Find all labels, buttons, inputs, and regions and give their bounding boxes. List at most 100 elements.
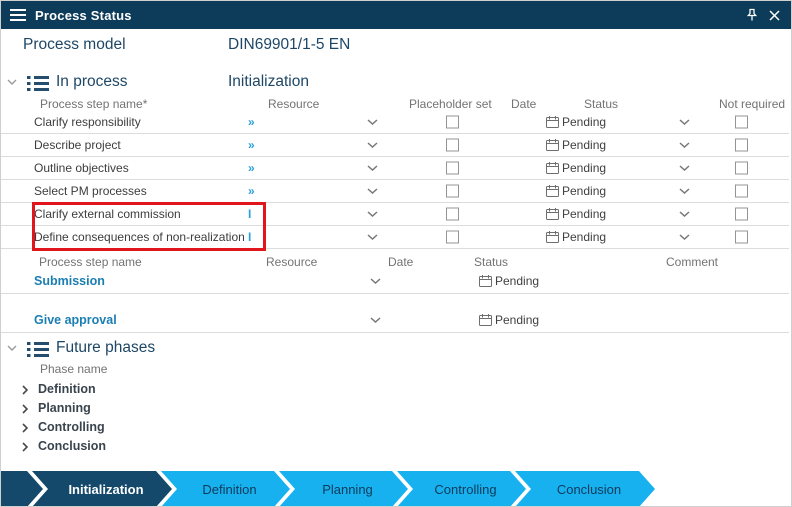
placeholder-set-checkbox[interactable]: [446, 230, 459, 244]
collapse-caret-icon[interactable]: [7, 345, 17, 351]
resource-dropdown-icon[interactable]: [367, 165, 378, 171]
col-phase-name: Phase name: [40, 362, 108, 376]
calendar-icon[interactable]: [546, 231, 559, 244]
col-comment: Comment: [666, 255, 719, 269]
calendar-icon[interactable]: [479, 314, 492, 327]
window-title: Process Status: [35, 7, 132, 23]
future-phases-title: Future phases: [56, 339, 156, 356]
status-dropdown-icon[interactable]: [679, 211, 690, 217]
status-value[interactable]: Pending: [495, 313, 539, 327]
table-row: Clarify external commission I Pending: [1, 203, 789, 226]
status-value[interactable]: Pending: [562, 115, 606, 129]
resource-dropdown-icon[interactable]: [367, 188, 378, 194]
table-row: Define consequences of non-realization I…: [1, 226, 789, 249]
list-item: Planning: [1, 400, 791, 419]
list-icon: [27, 341, 49, 358]
process-model-label: Process model: [23, 36, 126, 53]
placeholder-set-checkbox[interactable]: [446, 138, 459, 152]
step-name-field[interactable]: Clarify responsibility: [34, 115, 141, 129]
phase-chevron-initialization[interactable]: Initialization: [32, 471, 172, 507]
placeholder-set-checkbox[interactable]: [446, 161, 459, 175]
collapse-caret-icon[interactable]: [7, 79, 17, 85]
list-item: Conclusion: [1, 438, 791, 457]
col-placeholder-set: Placeholder set: [409, 97, 492, 111]
resource-value[interactable]: »: [248, 184, 255, 198]
calendar-icon[interactable]: [546, 139, 559, 152]
phase-chevron-planning[interactable]: Planning: [279, 471, 408, 507]
phase-name[interactable]: Controlling: [38, 420, 105, 434]
calendar-icon[interactable]: [546, 208, 559, 221]
placeholder-set-checkbox[interactable]: [446, 207, 459, 221]
phase-name[interactable]: Planning: [38, 401, 91, 415]
phase-chevron-controlling[interactable]: Controlling: [397, 471, 526, 507]
not-required-checkbox[interactable]: [735, 138, 748, 152]
status-value[interactable]: Pending: [562, 184, 606, 198]
expand-caret-icon[interactable]: [22, 442, 28, 452]
phase-chevron-conclusion[interactable]: Conclusion: [515, 471, 655, 507]
col-date: Date: [388, 255, 414, 269]
resource-dropdown-icon[interactable]: [370, 317, 381, 323]
process-status-window: Process Status Process model DIN69901/1-…: [0, 0, 792, 507]
resource-value[interactable]: I: [248, 230, 251, 244]
status-dropdown-icon[interactable]: [679, 119, 690, 125]
not-required-checkbox[interactable]: [735, 161, 748, 175]
phase-progress-bar: Initialization Definition Planning Contr…: [1, 471, 655, 507]
resource-value[interactable]: »: [248, 138, 255, 152]
step-name-field[interactable]: Outline objectives: [34, 161, 129, 175]
milestone-link[interactable]: Give approval: [34, 313, 117, 327]
table-row: Give approval Pending: [1, 308, 789, 333]
resource-dropdown-icon[interactable]: [367, 119, 378, 125]
not-required-checkbox[interactable]: [735, 230, 748, 244]
resource-value[interactable]: »: [248, 161, 255, 175]
status-value[interactable]: Pending: [562, 161, 606, 175]
titlebar: Process Status: [1, 1, 791, 29]
status-dropdown-icon[interactable]: [679, 188, 690, 194]
hamburger-menu-icon[interactable]: [10, 9, 26, 21]
calendar-icon[interactable]: [479, 275, 492, 288]
resource-value[interactable]: »: [248, 115, 255, 129]
milestone-link[interactable]: Submission: [34, 274, 105, 288]
step-name-field[interactable]: Define consequences of non-realization: [34, 230, 245, 244]
resource-dropdown-icon[interactable]: [367, 142, 378, 148]
resource-dropdown-icon[interactable]: [367, 211, 378, 217]
list-item: Controlling: [1, 419, 791, 438]
phase-chevron-definition[interactable]: Definition: [161, 471, 290, 507]
calendar-icon[interactable]: [546, 185, 559, 198]
resource-value[interactable]: I: [248, 207, 251, 221]
not-required-checkbox[interactable]: [735, 115, 748, 129]
not-required-checkbox[interactable]: [735, 207, 748, 221]
expand-caret-icon[interactable]: [22, 404, 28, 414]
calendar-icon[interactable]: [546, 116, 559, 129]
status-dropdown-icon[interactable]: [679, 142, 690, 148]
status-dropdown-icon[interactable]: [679, 165, 690, 171]
resource-dropdown-icon[interactable]: [370, 278, 381, 284]
expand-caret-icon[interactable]: [22, 423, 28, 433]
current-phase-name: Initialization: [228, 73, 309, 90]
status-dropdown-icon[interactable]: [679, 234, 690, 240]
step-name-field[interactable]: Select PM processes: [34, 184, 147, 198]
col-resource: Resource: [266, 255, 318, 269]
table-row: Select PM processes » Pending: [1, 180, 789, 203]
phase-name[interactable]: Conclusion: [38, 439, 106, 453]
expand-caret-icon[interactable]: [22, 385, 28, 395]
close-icon[interactable]: [763, 5, 785, 25]
placeholder-set-checkbox[interactable]: [446, 184, 459, 198]
col-status: Status: [584, 97, 619, 111]
pin-icon[interactable]: [741, 5, 763, 25]
step-name-field[interactable]: Clarify external commission: [34, 207, 181, 221]
list-item: Definition: [1, 381, 791, 400]
resource-dropdown-icon[interactable]: [367, 234, 378, 240]
status-value[interactable]: Pending: [495, 274, 539, 288]
status-value[interactable]: Pending: [562, 230, 606, 244]
status-value[interactable]: Pending: [562, 138, 606, 152]
col-process-step-name: Process step name: [39, 255, 142, 269]
status-value[interactable]: Pending: [562, 207, 606, 221]
col-process-step-name: Process step name*: [40, 97, 148, 111]
calendar-icon[interactable]: [546, 162, 559, 175]
table-row: Outline objectives » Pending: [1, 157, 789, 180]
placeholder-set-checkbox[interactable]: [446, 115, 459, 129]
not-required-checkbox[interactable]: [735, 184, 748, 198]
phase-name[interactable]: Definition: [38, 382, 96, 396]
step-name-field[interactable]: Describe project: [34, 138, 121, 152]
col-not-required: Not required: [719, 97, 786, 111]
